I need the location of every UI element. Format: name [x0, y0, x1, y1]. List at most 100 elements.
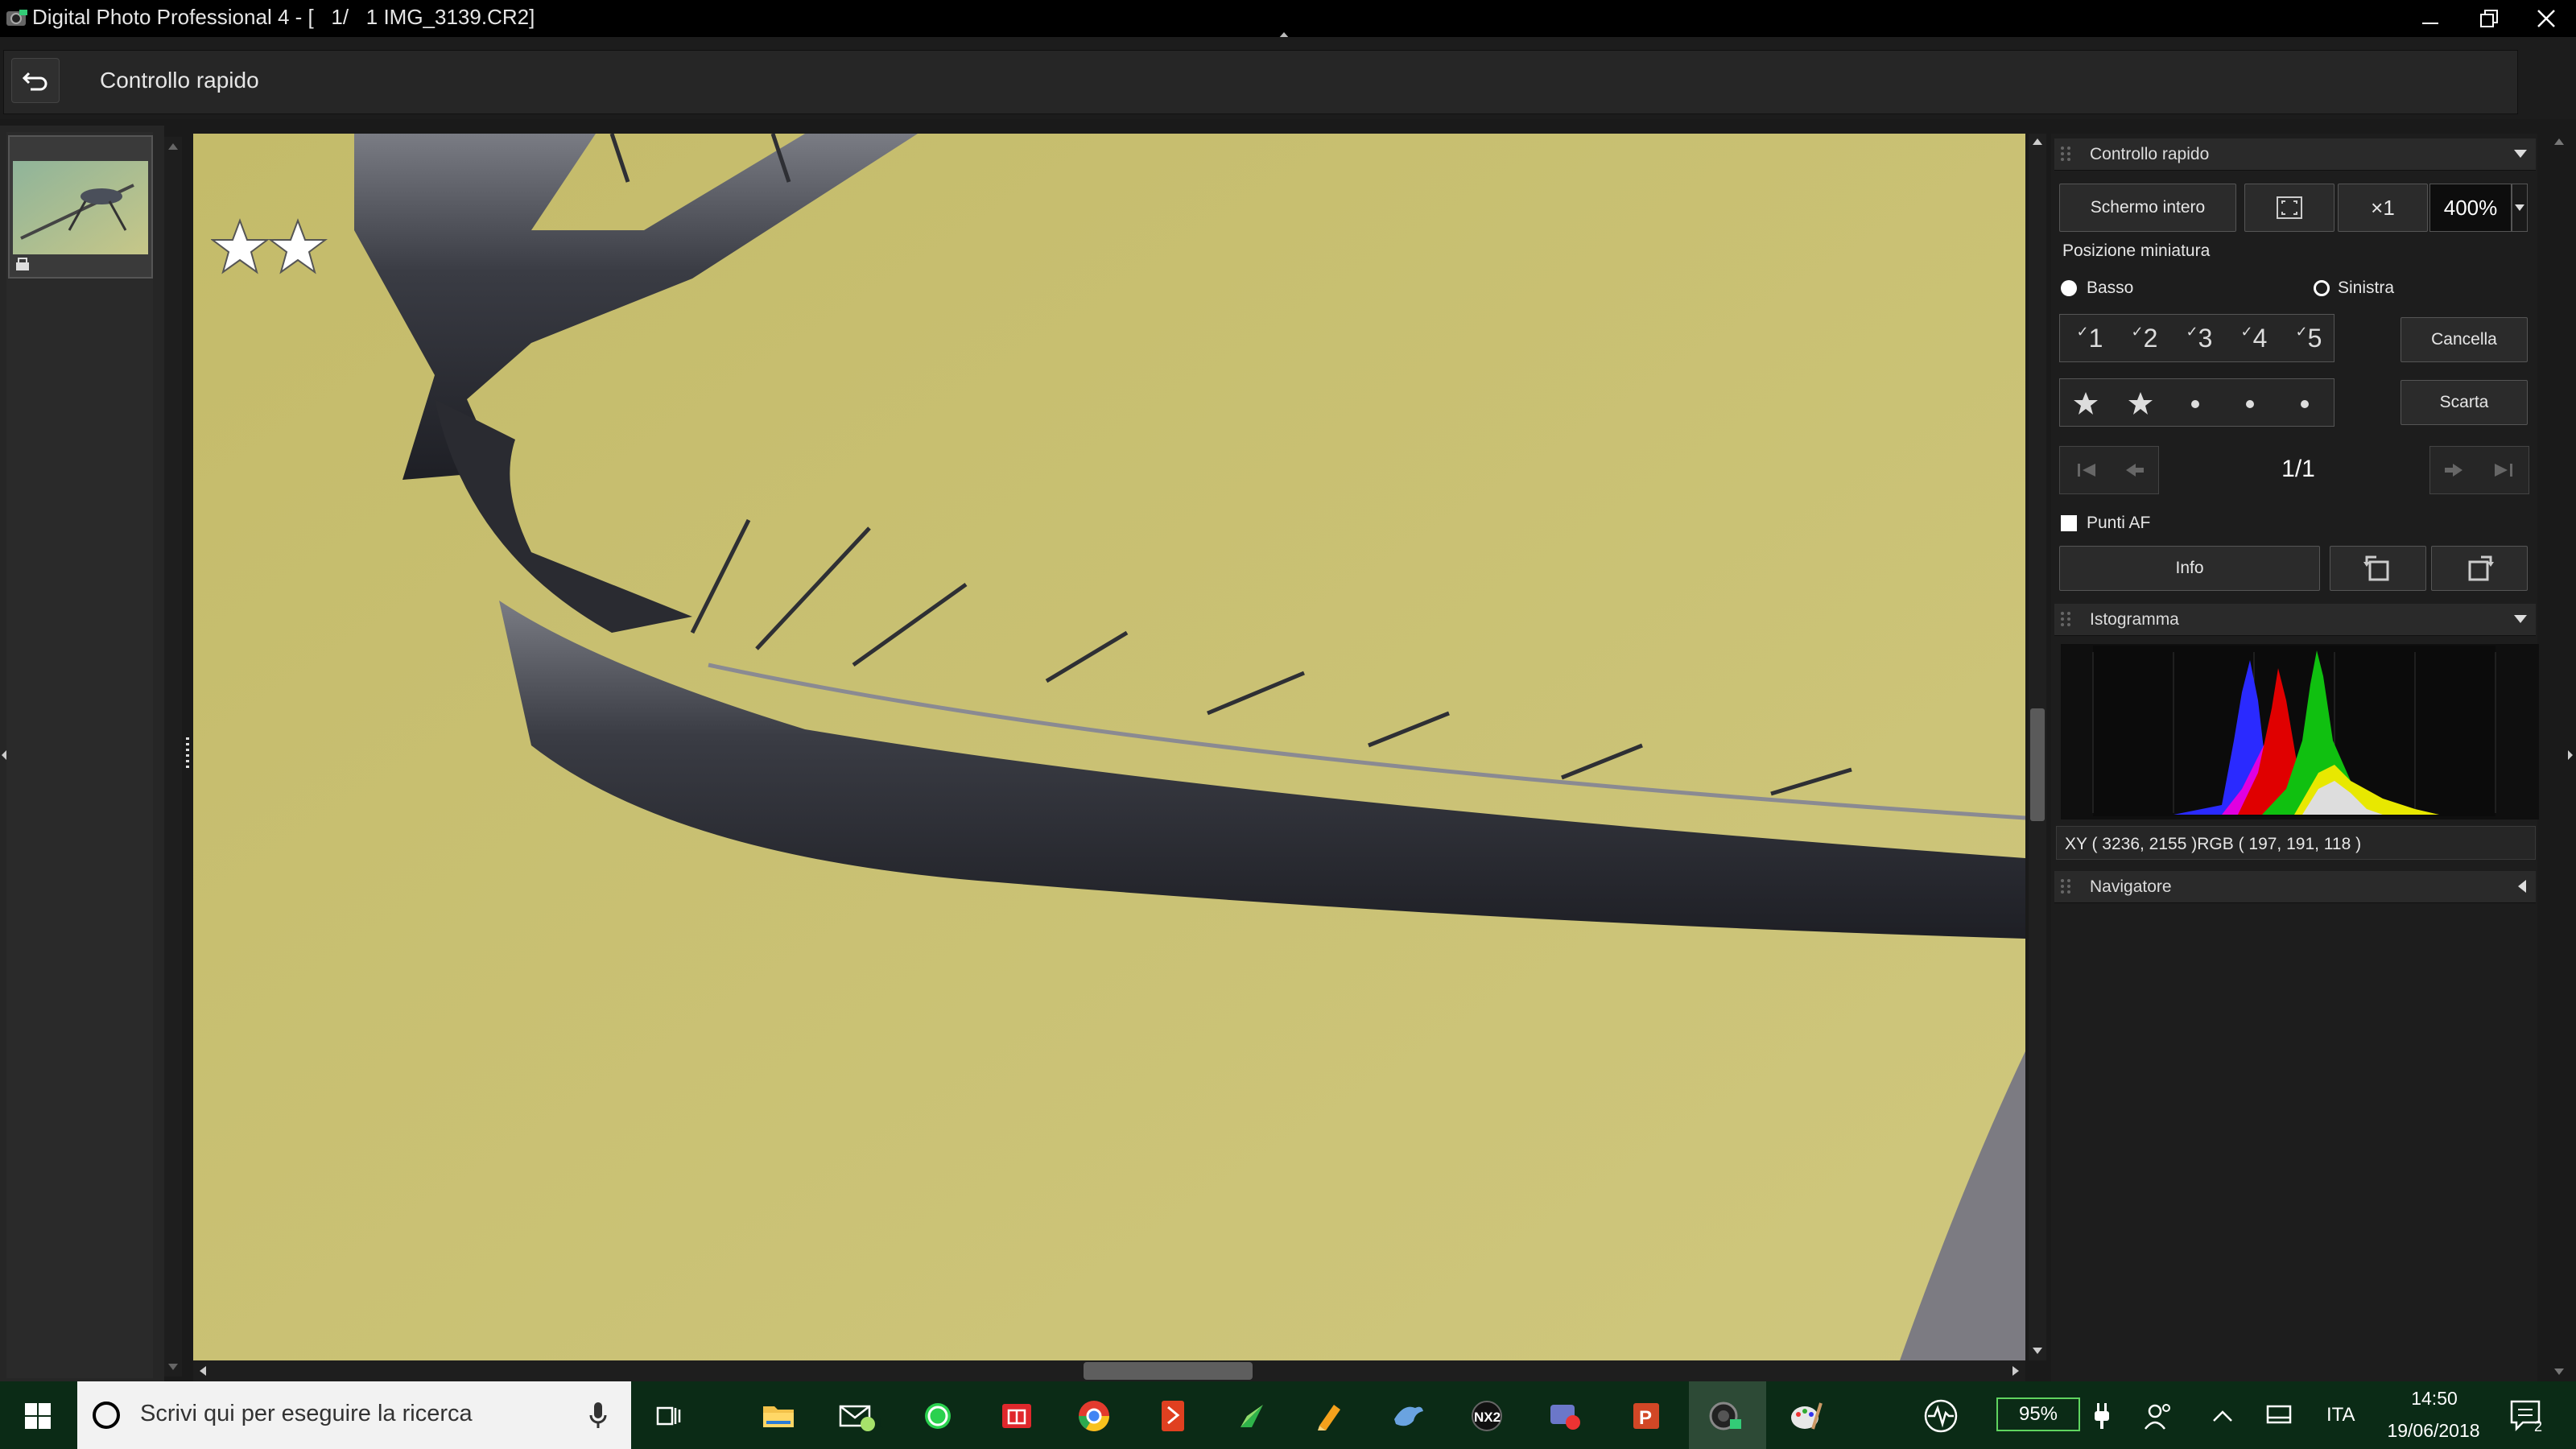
vertical-scroll-thumb[interactable]	[2030, 708, 2045, 821]
rating-star-icon	[211, 218, 270, 275]
check-mark-label: 2	[2143, 323, 2158, 353]
cancel-button[interactable]: Cancella	[2401, 317, 2528, 362]
af-points-label: Punti AF	[2087, 514, 2151, 532]
quick-check-title: Controllo rapido	[2090, 145, 2210, 163]
radio-bottom[interactable]	[2061, 280, 2077, 296]
microphone-icon[interactable]	[586, 1399, 610, 1431]
collapse-right-icon[interactable]	[2566, 749, 2574, 762]
thumbnail-column	[6, 132, 153, 1378]
thumbnail-scrollbar[interactable]	[164, 137, 182, 1377]
document-app-icon[interactable]	[1153, 1396, 1193, 1436]
collapse-panel-icon[interactable]	[2513, 613, 2528, 625]
collapse-panel-icon[interactable]	[2513, 148, 2528, 159]
leaf-app-icon[interactable]	[1232, 1396, 1272, 1436]
cortana-icon[interactable]	[90, 1399, 122, 1431]
zoom-dropdown-button[interactable]	[2512, 184, 2528, 232]
reader-app-icon[interactable]	[997, 1396, 1037, 1436]
expand-panel-icon[interactable]	[2516, 879, 2528, 894]
close-button[interactable]	[2518, 0, 2574, 37]
check-mark-label: 1	[2088, 323, 2103, 353]
radio-left[interactable]	[2314, 280, 2330, 296]
last-image-button[interactable]	[2483, 452, 2524, 488]
panel-grip-icon[interactable]	[2059, 610, 2072, 628]
chevron-up-icon[interactable]	[2202, 1396, 2243, 1436]
thumbnail-image[interactable]	[13, 161, 148, 254]
network-icon[interactable]	[2259, 1396, 2299, 1436]
toolbar-strip	[3, 50, 2518, 114]
main-image[interactable]	[193, 134, 2025, 1360]
info-button[interactable]: Info	[2059, 546, 2320, 591]
fit-window-icon	[2277, 196, 2302, 219]
back-arrow-icon	[22, 72, 47, 91]
first-image-button[interactable]	[2066, 452, 2107, 488]
fullscreen-button[interactable]: Schermo intero	[2059, 184, 2236, 232]
panel-grip-icon[interactable]	[2059, 877, 2072, 895]
previous-image-button[interactable]	[2114, 452, 2156, 488]
chevron-down-icon	[2515, 204, 2524, 211]
check-mark-label: 4	[2252, 323, 2268, 353]
star-empty-dot-icon	[2191, 400, 2199, 408]
people-icon[interactable]	[2138, 1396, 2178, 1436]
fit-to-window-button[interactable]	[2244, 184, 2334, 232]
zoom-100-button[interactable]: ×1	[2338, 184, 2428, 232]
histogram-graph	[2061, 644, 2542, 819]
collapse-left-icon[interactable]	[0, 749, 8, 762]
screen-record-icon[interactable]	[1546, 1396, 1586, 1436]
radio-bottom-label: Basso	[2087, 279, 2134, 297]
powerpoint-icon[interactable]: P	[1626, 1396, 1666, 1436]
digital-photo-professional-icon[interactable]	[1705, 1396, 1745, 1436]
restore-button[interactable]	[2462, 0, 2518, 37]
mail-badge: 1	[874, 1415, 883, 1431]
check-mark-3-button[interactable]: ✓ 3	[2177, 320, 2222, 356]
check-mark-2-button[interactable]: ✓ 2	[2122, 320, 2167, 356]
chrome-icon[interactable]	[1074, 1396, 1114, 1436]
svg-text:P: P	[1639, 1407, 1652, 1429]
notification-badge: 2	[2533, 1418, 2542, 1435]
rotate-left-button[interactable]	[2330, 546, 2426, 591]
clock-time[interactable]: 14:50	[2386, 1388, 2483, 1410]
arrow-left-icon	[2126, 464, 2144, 477]
navigator-title: Navigatore	[2090, 877, 2172, 896]
back-button[interactable]	[11, 58, 60, 103]
skip-last-icon	[2495, 464, 2512, 477]
af-points-checkbox[interactable]	[2061, 515, 2077, 531]
left-splitter[interactable]	[182, 126, 193, 1381]
rating-group	[2059, 378, 2334, 427]
nx2-app-icon[interactable]: NX2	[1467, 1396, 1507, 1436]
right-panel-scrollbar[interactable]	[2550, 134, 2568, 1381]
power-plug-icon[interactable]	[2082, 1396, 2122, 1436]
check-mark-4-button[interactable]: ✓ 4	[2231, 320, 2277, 356]
horizontal-scroll-thumb[interactable]	[1084, 1362, 1253, 1380]
check-mark-label: 3	[2198, 323, 2213, 353]
thumbnail-position-label: Posizione miniatura	[2062, 242, 2211, 260]
file-explorer-icon[interactable]	[758, 1396, 799, 1436]
panel-grip-icon[interactable]	[2059, 145, 2072, 163]
zoom-level-field[interactable]: 400%	[2429, 184, 2512, 232]
rating-star-icon	[268, 218, 328, 275]
activity-monitor-icon[interactable]	[1921, 1396, 1961, 1436]
raw-badge-icon	[14, 256, 32, 272]
paint-app-icon[interactable]	[1785, 1396, 1826, 1436]
check-mark-1-button[interactable]: ✓ 1	[2067, 320, 2112, 356]
rotate-right-button[interactable]	[2431, 546, 2528, 591]
whatsapp-icon[interactable]	[918, 1396, 958, 1436]
rotate-right-icon	[2468, 555, 2494, 581]
rotate-left-icon	[2363, 555, 2389, 581]
star-empty-dot-icon	[2246, 400, 2254, 408]
windows-logo-icon	[25, 1403, 51, 1429]
rating-stars[interactable]	[211, 217, 332, 279]
star-empty-dot-icon	[2301, 400, 2309, 408]
bird-app-icon[interactable]	[1388, 1396, 1428, 1436]
battery-indicator[interactable]: 95%	[1996, 1397, 2080, 1431]
window-title: Digital Photo Professional 4 - [ 1/ 1 IM…	[32, 5, 535, 29]
reject-button[interactable]: Scarta	[2401, 380, 2528, 425]
minimize-button[interactable]	[2402, 0, 2458, 37]
star-filled-icon	[2074, 392, 2098, 415]
pencil-app-icon[interactable]	[1309, 1396, 1349, 1436]
windows-start-button[interactable]	[18, 1396, 58, 1436]
next-image-button[interactable]	[2433, 452, 2475, 488]
task-view-icon[interactable]	[649, 1396, 689, 1436]
language-indicator[interactable]: ITA	[2326, 1404, 2355, 1426]
clock-date[interactable]: 19/06/2018	[2373, 1420, 2494, 1442]
check-mark-5-button[interactable]: ✓ 5	[2286, 320, 2331, 356]
